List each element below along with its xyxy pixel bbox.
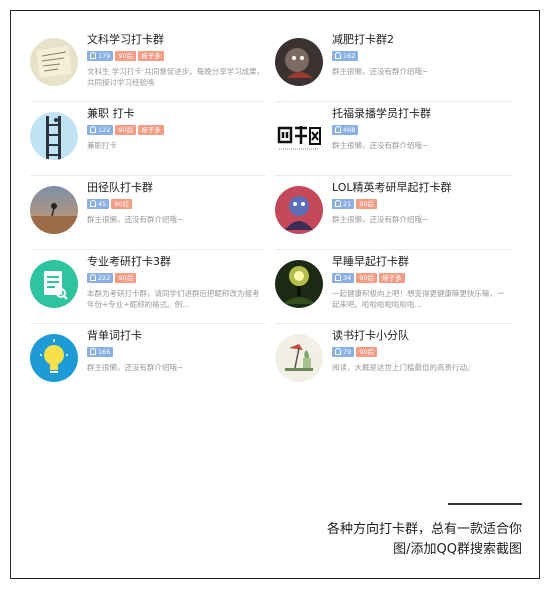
lightbulb-avatar [30, 334, 78, 382]
group-description: 群主很懒，还没有群介绍哦~ [332, 141, 429, 150]
group-card[interactable]: 减肥打卡群2 162 群主很懒，还没有群介绍哦~ [275, 28, 511, 102]
group-list-left: 文科学习打卡群 179 90后 妹子多 文科生 学习打卡 共同督促进步。每晚分享… [30, 28, 266, 398]
group-title[interactable]: 读书打卡小分队 [332, 329, 511, 343]
age-badge: 90后 [356, 273, 378, 283]
group-description: 一起健康积极向上吧！想变得更健康嘛更快乐嘛，一起来吧。啦啦啦啦啦啦啦... [332, 289, 505, 309]
member-count-badge: 162 [332, 51, 359, 61]
member-count-badge: 21 [332, 199, 355, 209]
group-list-right: 减肥打卡群2 162 群主很懒，还没有群介绍哦~ 托福录播学员打卡群 468 群… [275, 28, 511, 398]
desk-lamp-avatar [275, 334, 323, 382]
group-title[interactable]: 兼职 打卡 [87, 107, 266, 121]
group-title[interactable]: 托福录播学员打卡群 [332, 107, 511, 121]
member-count-badge: 222 [87, 273, 114, 283]
document-search-avatar [30, 260, 78, 308]
caption-line-1: 各种方向打卡群，总有一款适合你 [326, 522, 522, 537]
age-badge: 90后 [115, 51, 137, 61]
ladder-sky-avatar [30, 112, 78, 160]
group-card[interactable]: 文科学习打卡群 179 90后 妹子多 文科生 学习打卡 共同督促进步。每晚分享… [30, 28, 266, 102]
member-count-badge: 179 [87, 51, 114, 61]
image-caption: 各种方向打卡群，总有一款适合你 图/添加QQ群搜索截图 [327, 520, 522, 560]
group-card[interactable]: 背单词打卡 166 群主很懒，还没有群介绍哦~ [30, 324, 266, 398]
group-card[interactable]: 早睡早起打卡群 34 90后 妹子多 一起健康积极向上吧！想变得更健康嘛更快乐嘛… [275, 250, 511, 324]
group-description: 群主很懒，还没有群介绍哦~ [87, 363, 184, 372]
group-description: 兼职打卡 [87, 141, 117, 150]
langbo-logo-avatar [275, 112, 323, 160]
member-count-badge: 45 [87, 199, 110, 209]
member-count-badge: 79 [332, 347, 355, 357]
dark-character-avatar [275, 38, 323, 86]
group-description: 阅读，大概是这世上门槛最低的高贵行动。 [332, 363, 475, 372]
group-title[interactable]: LOL精英考研早起打卡群 [332, 181, 511, 195]
group-card[interactable]: 田径队打卡群 45 90后 群主很懒，还没有群介绍哦~ [30, 176, 266, 250]
age-badge: 90后 [111, 199, 133, 209]
paper-sketch-avatar [30, 38, 78, 86]
sunset-runner-avatar [30, 186, 78, 234]
group-description: 群主很懒，还没有群介绍哦~ [87, 215, 184, 224]
group-title[interactable]: 专业考研打卡3群 [87, 255, 266, 269]
category-badge: 妹子多 [379, 273, 405, 283]
group-title[interactable]: 文科学习打卡群 [87, 33, 266, 47]
group-description: 文科生 学习打卡 共同督促进步。每晚分享学习成果，共同探讨学习经验咯 [87, 67, 265, 87]
group-card[interactable]: 兼职 打卡 122 90后 妹子多 兼职打卡 [30, 102, 266, 176]
group-title[interactable]: 背单词打卡 [87, 329, 266, 343]
group-title[interactable]: 田径队打卡群 [87, 181, 266, 195]
member-count-badge: 166 [87, 347, 114, 357]
group-card[interactable]: 专业考研打卡3群 222 90后 本群为考研打卡群，请同学们进群后把昵称改为报考… [30, 250, 266, 324]
age-badge: 90后 [356, 199, 378, 209]
caption-line-2: 图/添加QQ群搜索截图 [393, 542, 522, 557]
group-card[interactable]: 托福录播学员打卡群 468 群主很懒，还没有群介绍哦~ [275, 102, 511, 176]
caption-divider [448, 503, 522, 505]
group-title[interactable]: 减肥打卡群2 [332, 33, 511, 47]
category-badge: 妹子多 [138, 51, 164, 61]
age-badge: 90后 [115, 273, 137, 283]
group-card[interactable]: 读书打卡小分队 79 90后 阅读，大概是这世上门槛最低的高贵行动。 [275, 324, 511, 398]
game-character-avatar [275, 186, 323, 234]
member-count-badge: 468 [332, 125, 359, 135]
category-badge: 妹子多 [138, 125, 164, 135]
group-description: 群主很懒，还没有群介绍哦~ [332, 215, 429, 224]
group-card[interactable]: LOL精英考研早起打卡群 21 90后 群主很懒，还没有群介绍哦~ [275, 176, 511, 250]
night-glow-avatar [275, 260, 323, 308]
member-count-badge: 34 [332, 273, 355, 283]
age-badge: 90后 [356, 347, 378, 357]
group-title[interactable]: 早睡早起打卡群 [332, 255, 511, 269]
group-description: 本群为考研打卡群，请同学们进群后把昵称改为报考年份+专业+昵称的格式。例... [87, 289, 260, 309]
age-badge: 90后 [115, 125, 137, 135]
member-count-badge: 122 [87, 125, 114, 135]
group-description: 群主很懒，还没有群介绍哦~ [332, 67, 429, 76]
